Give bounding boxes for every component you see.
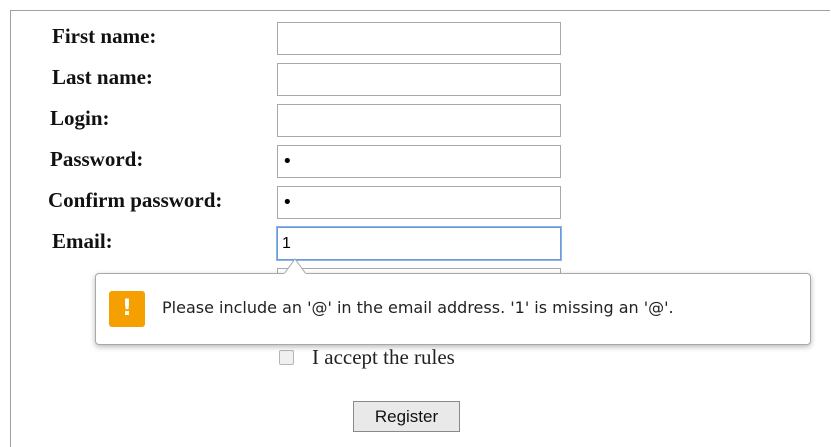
password-mask: • <box>282 151 293 172</box>
validation-message: Please include an '@' in the email addre… <box>162 298 674 317</box>
warning-icon: ! <box>109 291 145 327</box>
accept-rules-label[interactable]: I accept the rules <box>312 345 455 370</box>
confirm-password-mask: • <box>282 192 293 213</box>
email-input[interactable] <box>277 227 561 260</box>
last-name-input[interactable] <box>277 63 561 96</box>
login-input[interactable] <box>277 104 561 137</box>
last-name-label: Last name: <box>52 65 153 89</box>
accept-rules-checkbox[interactable] <box>279 350 294 365</box>
password-label: Password: <box>50 147 144 171</box>
warning-icon-glyph: ! <box>121 296 133 321</box>
confirm-password-label: Confirm password: <box>48 188 223 212</box>
confirm-password-input[interactable]: • <box>277 186 561 219</box>
login-label: Login: <box>50 106 110 130</box>
register-button[interactable]: Register <box>353 401 460 432</box>
email-label: Email: <box>52 229 113 253</box>
first-name-label: First name: <box>52 24 157 48</box>
email-validation-tooltip: ! Please include an '@' in the email add… <box>95 273 811 345</box>
password-input[interactable]: • <box>277 145 561 178</box>
first-name-input[interactable] <box>277 22 561 55</box>
